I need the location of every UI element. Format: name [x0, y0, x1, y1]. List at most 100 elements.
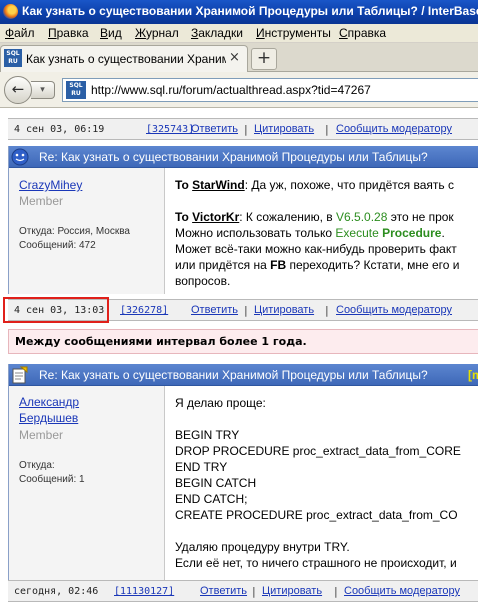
- menu-history[interactable]: Журнал: [135, 26, 179, 40]
- tab-label: Как узнать о существовании Хранимой П...: [26, 52, 226, 66]
- version-text: V6.5.0.28: [336, 210, 388, 224]
- menu-tools[interactable]: Инструменты: [256, 26, 331, 40]
- keyword-fb: FB: [270, 258, 287, 272]
- report-moderator-link[interactable]: Сообщить модератору: [336, 123, 452, 135]
- report-moderator-link[interactable]: Сообщить модератору: [344, 585, 460, 597]
- author-name-link[interactable]: CrazyMihey: [19, 178, 82, 192]
- page-content: 4 сен 03, 06:19 [325743] Ответить | Цити…: [0, 108, 478, 608]
- history-dropdown-icon[interactable]: ▾: [31, 81, 55, 99]
- menu-file[interactable]: Файл: [5, 26, 35, 40]
- post-text: .: [441, 226, 445, 240]
- post-id-link[interactable]: [11130127]: [114, 586, 174, 597]
- post-line: Может всё-таки можно как-нибудь проверит…: [175, 242, 457, 256]
- keyword-execute: Execute: [335, 226, 379, 240]
- forum-post: Re: Как узнать о существовании Хранимой …: [8, 364, 478, 580]
- tab-active[interactable]: SQL RU Как узнать о существовании Храним…: [0, 45, 248, 72]
- post-header: Re: Как узнать о существовании Хранимой …: [9, 146, 478, 168]
- gap-notice-text: Между сообщениями интервал более 1 года.: [15, 335, 307, 348]
- moderator-tag: [m: [468, 368, 478, 382]
- reply-link[interactable]: Ответить: [200, 585, 247, 597]
- smiley-icon: [11, 148, 29, 166]
- quote-link[interactable]: Цитировать: [254, 123, 314, 135]
- post-id-link[interactable]: [325743]: [146, 124, 194, 135]
- post-text: переходить? Кстати, мне его и: [286, 258, 460, 272]
- code-line: DROP PROCEDURE proc_extract_data_from_CO…: [175, 444, 461, 458]
- separator: |: [244, 304, 248, 317]
- author-location: Откуда: Россия, Москва: [19, 226, 130, 237]
- post-text: Можно использовать только: [175, 226, 336, 240]
- post-text: это не прок: [387, 210, 454, 224]
- code-line: Если её нет, то ничего страшного не прои…: [175, 556, 457, 570]
- tab-strip: SQL RU Как узнать о существовании Храним…: [0, 43, 478, 72]
- author-message-count: Сообщений: 472: [19, 240, 96, 251]
- to-label: To: [175, 210, 189, 224]
- code-line: BEGIN TRY: [175, 428, 240, 442]
- separator: |: [325, 123, 329, 136]
- menu-bookmarks[interactable]: Закладки: [191, 26, 243, 40]
- post-header: Re: Как узнать о существовании Хранимой …: [9, 364, 478, 386]
- post-line: To StarWind: Да уж, похоже, что придётся…: [175, 178, 454, 192]
- quote-link[interactable]: Цитировать: [262, 585, 322, 597]
- post-line: или придётся на FB переходить? Кстати, м…: [175, 258, 459, 272]
- post-footer: сегодня, 02:46 [11130127] Ответить | Цит…: [8, 580, 478, 602]
- post-line: To VictorKr: К сожалению, в V6.5.0.28 эт…: [175, 210, 454, 224]
- addressee-link[interactable]: StarWind: [192, 178, 245, 192]
- report-moderator-link[interactable]: Сообщить модератору: [336, 304, 452, 316]
- author-panel: CrazyMihey Member Откуда: Россия, Москва…: [9, 168, 165, 294]
- new-post-icon: [12, 366, 28, 384]
- post-subject: Re: Как узнать о существовании Хранимой …: [39, 368, 428, 382]
- separator: |: [325, 304, 329, 317]
- post-subject: Re: Как узнать о существовании Хранимой …: [39, 150, 428, 164]
- code-line: BEGIN CATCH: [175, 476, 257, 490]
- post-line: Можно использовать только Execute Proced…: [175, 226, 445, 240]
- menu-bar: Файл Правка Вид Журнал Закладки Инструме…: [0, 24, 478, 43]
- post-line: вопросов.: [175, 274, 231, 288]
- code-line: END TRY: [175, 460, 228, 474]
- post-body: To StarWind: Да уж, похоже, что придётся…: [166, 168, 478, 294]
- separator: |: [334, 585, 338, 598]
- post-id-link[interactable]: [326278]: [120, 305, 168, 316]
- author-role: Member: [19, 428, 64, 442]
- author-name-link[interactable]: Бердышев: [19, 411, 78, 425]
- code-line: Я делаю проще:: [175, 396, 266, 410]
- post-text: : Да уж, похоже, что придётся ваять с: [244, 178, 454, 192]
- navigation-bar: ▾ ← SQL RU http://www.sql.ru/forum/actua…: [0, 72, 478, 108]
- post-date: 4 сен 03, 06:19: [14, 124, 105, 135]
- window-title: Как узнать о существовании Хранимой Проц…: [22, 4, 478, 18]
- menu-edit[interactable]: Правка: [48, 26, 89, 40]
- new-tab-button[interactable]: +: [251, 48, 277, 70]
- code-line: CREATE PROCEDURE proc_extract_data_from_…: [175, 508, 458, 522]
- quote-link[interactable]: Цитировать: [254, 304, 314, 316]
- post-footer: 4 сен 03, 06:19 [325743] Ответить | Цити…: [8, 118, 478, 140]
- addressee-link[interactable]: VictorKr: [192, 210, 239, 224]
- reply-link[interactable]: Ответить: [191, 123, 238, 135]
- gap-notice: Между сообщениями интервал более 1 года.: [8, 329, 478, 354]
- code-line: END CATCH;: [175, 492, 248, 506]
- forum-post: Re: Как узнать о существовании Хранимой …: [8, 146, 478, 294]
- author-message-count: Сообщений: 1: [19, 474, 85, 485]
- to-label: To: [175, 178, 189, 192]
- post-text: или придётся на: [175, 258, 271, 272]
- author-role: Member: [19, 194, 64, 208]
- post-body: Я делаю проще: BEGIN TRY DROP PROCEDURE …: [166, 386, 478, 580]
- tab-close-icon[interactable]: ×: [229, 50, 240, 65]
- author-name-link[interactable]: Александр: [19, 395, 79, 409]
- url-bar[interactable]: SQL RU http://www.sql.ru/forum/actualthr…: [62, 78, 478, 102]
- author-panel: Александр Бердышев Member Откуда: Сообще…: [9, 386, 165, 580]
- url-text[interactable]: http://www.sql.ru/forum/actualthread.asp…: [91, 83, 371, 97]
- author-location: Откуда:: [19, 460, 55, 471]
- separator: |: [244, 123, 248, 136]
- reply-link[interactable]: Ответить: [191, 304, 238, 316]
- post-date: сегодня, 02:46: [14, 586, 99, 597]
- site-identity-icon[interactable]: SQL RU: [66, 81, 86, 99]
- keyword-procedure: Procedure: [382, 226, 442, 240]
- separator: |: [252, 585, 256, 598]
- date-highlight-box: [3, 297, 109, 323]
- menu-help[interactable]: Справка: [339, 26, 386, 40]
- post-text: : К сожалению, в: [239, 210, 337, 224]
- firefox-logo-icon: [3, 4, 18, 19]
- code-line: Удаляю процедуру внутри TRY.: [175, 540, 350, 554]
- sqlru-favicon-icon: SQL RU: [4, 49, 22, 67]
- back-button[interactable]: ←: [4, 76, 32, 104]
- menu-view[interactable]: Вид: [100, 26, 122, 40]
